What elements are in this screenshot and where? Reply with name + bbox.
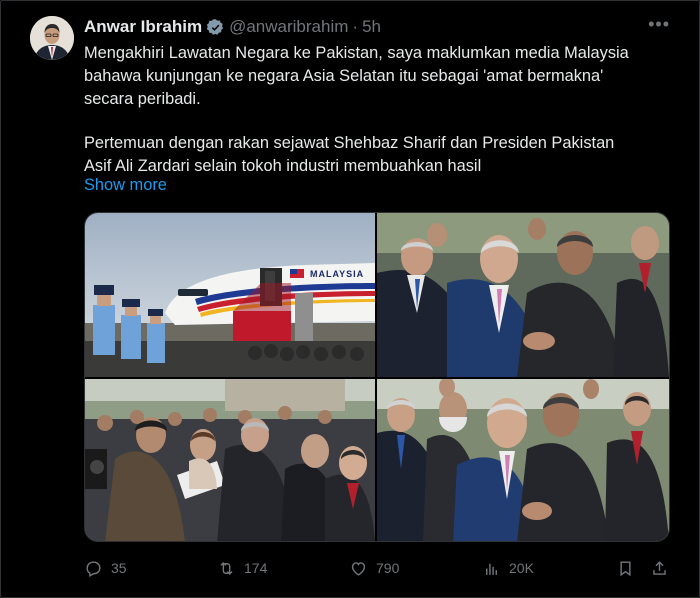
media-grid: MALAYSIA <box>84 212 670 542</box>
retweet-button[interactable]: 174 <box>217 556 267 580</box>
bookmark-button[interactable] <box>616 556 635 580</box>
retweet-count: 174 <box>244 560 268 576</box>
photo-handshake-1[interactable] <box>377 213 669 377</box>
views-button[interactable]: 20K <box>482 556 534 580</box>
show-more-link[interactable]: Show more <box>84 176 167 195</box>
retweet-icon <box>220 561 233 575</box>
bookmark-icon <box>620 560 631 576</box>
reply-count: 35 <box>111 560 127 576</box>
views-count: 20K <box>509 560 534 576</box>
reply-button[interactable]: 35 <box>84 556 127 580</box>
heart-icon <box>351 561 366 576</box>
photo-delegation-greeting[interactable] <box>85 379 375 541</box>
separator-dot: · <box>352 17 359 36</box>
analytics-icon <box>486 563 497 575</box>
photo-airplane-arrival[interactable]: MALAYSIA <box>85 213 375 377</box>
share-icon <box>653 560 666 575</box>
tweet-actions: 35 174 790 20K <box>84 556 670 580</box>
share-button[interactable] <box>650 556 669 580</box>
more-horizontal-icon[interactable]: ••• <box>648 14 670 35</box>
tweet-header: Anwar Ibrahim @anwaribrahim · 5h <box>84 17 381 37</box>
reply-icon <box>86 560 101 577</box>
photo-handshake-2[interactable] <box>377 379 669 541</box>
verified-badge-icon <box>206 18 225 37</box>
tweet-text: Mengakhiri Lawatan Negara ke Pakistan, s… <box>84 42 684 178</box>
like-button[interactable]: 790 <box>349 556 399 580</box>
user-handle[interactable]: @anwaribrahim <box>229 17 348 37</box>
like-count: 790 <box>376 560 400 576</box>
plane-livery-text: MALAYSIA <box>310 269 364 279</box>
display-name[interactable]: Anwar Ibrahim <box>84 17 202 37</box>
timestamp[interactable]: 5h <box>362 17 381 37</box>
avatar[interactable] <box>30 16 74 60</box>
tweet-paragraph-1: Mengakhiri Lawatan Negara ke Pakistan, s… <box>84 44 629 108</box>
tweet-paragraph-2: Pertemuan dengan rakan sejawat Shehbaz S… <box>84 134 615 175</box>
